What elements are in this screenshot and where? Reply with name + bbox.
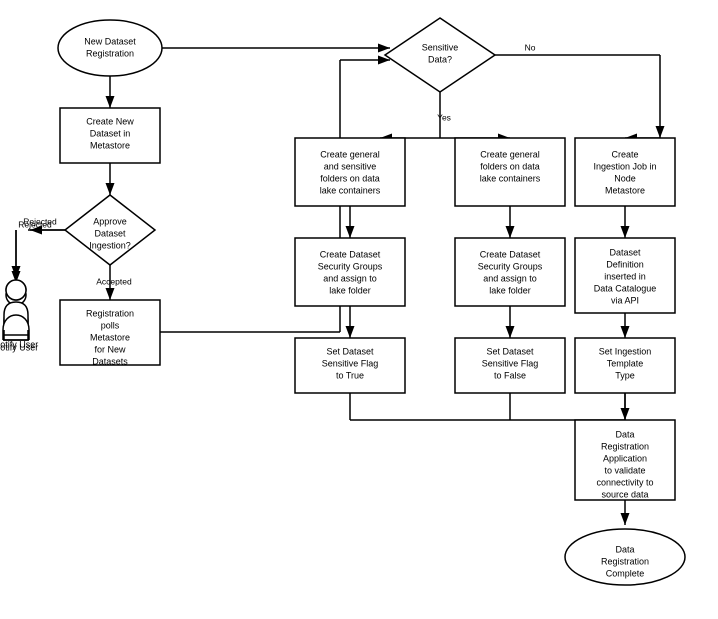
svg-text:Create: Create (611, 149, 638, 159)
svg-text:Approve: Approve (93, 216, 127, 226)
svg-text:Dataset in: Dataset in (90, 128, 131, 138)
svg-text:Dataset: Dataset (609, 247, 641, 257)
svg-text:Template: Template (607, 358, 644, 368)
svg-text:for New: for New (94, 344, 126, 354)
notify-user-label: Notify User (0, 339, 38, 349)
svg-text:Application: Application (603, 453, 647, 463)
svg-text:Security Groups: Security Groups (318, 261, 383, 271)
svg-text:Set Dataset: Set Dataset (486, 346, 534, 356)
svg-text:Create general: Create general (480, 149, 540, 159)
svg-text:Node: Node (614, 173, 636, 183)
svg-text:Registration: Registration (86, 48, 134, 58)
svg-text:Registration: Registration (601, 441, 649, 451)
svg-text:Sensitive: Sensitive (422, 42, 459, 52)
svg-text:Create general: Create general (320, 149, 380, 159)
svg-text:Create Dataset: Create Dataset (320, 249, 381, 259)
svg-text:inserted in: inserted in (604, 271, 646, 281)
create-security-sensitive-node (295, 238, 405, 306)
rejected-label: Rejected (18, 219, 52, 229)
svg-text:Sensitive Flag: Sensitive Flag (322, 358, 379, 368)
svg-text:Dataset: Dataset (94, 228, 126, 238)
svg-text:lake folder: lake folder (489, 285, 531, 295)
svg-text:Datasets: Datasets (92, 356, 128, 366)
svg-text:Security Groups: Security Groups (478, 261, 543, 271)
svg-text:Accepted: Accepted (96, 276, 132, 286)
svg-text:Ingestion Job in: Ingestion Job in (593, 161, 656, 171)
create-general-sensitive-node (295, 138, 405, 206)
svg-text:Yes: Yes (437, 112, 451, 122)
svg-text:Metastore: Metastore (90, 332, 130, 342)
svg-text:source data: source data (601, 489, 648, 499)
svg-text:Definition: Definition (606, 259, 644, 269)
svg-text:polls: polls (101, 320, 120, 330)
svg-text:folders on data: folders on data (480, 161, 540, 171)
svg-text:Metastore: Metastore (90, 140, 130, 150)
svg-text:Data: Data (615, 544, 634, 554)
svg-text:Data?: Data? (428, 54, 452, 64)
svg-text:Set Dataset: Set Dataset (326, 346, 374, 356)
svg-text:to validate: to validate (604, 465, 645, 475)
svg-text:and sensitive: and sensitive (324, 161, 377, 171)
svg-text:Registration: Registration (86, 308, 134, 318)
svg-text:Metastore: Metastore (605, 185, 645, 195)
svg-text:Set Ingestion: Set Ingestion (599, 346, 652, 356)
svg-text:Registration: Registration (601, 556, 649, 566)
svg-text:Create New: Create New (86, 116, 134, 126)
svg-text:Data Catalogue: Data Catalogue (594, 283, 657, 293)
svg-text:Sensitive Flag: Sensitive Flag (482, 358, 539, 368)
svg-text:lake containers: lake containers (480, 173, 541, 183)
svg-text:and assign to: and assign to (483, 273, 537, 283)
svg-text:lake folder: lake folder (329, 285, 371, 295)
create-security-general-node (455, 238, 565, 306)
svg-text:to True: to True (336, 370, 364, 380)
svg-text:to False: to False (494, 370, 526, 380)
svg-text:via API: via API (611, 295, 639, 305)
svg-text:New Dataset: New Dataset (84, 36, 136, 46)
create-ingestion-job-node (575, 138, 675, 206)
svg-text:and assign to: and assign to (323, 273, 377, 283)
svg-text:Ingestion?: Ingestion? (89, 240, 131, 250)
svg-text:Type: Type (615, 370, 635, 380)
svg-text:Data: Data (615, 429, 634, 439)
svg-text:connectivity to: connectivity to (596, 477, 653, 487)
svg-text:Create Dataset: Create Dataset (480, 249, 541, 259)
svg-text:Complete: Complete (606, 568, 645, 578)
svg-text:No: No (525, 42, 536, 52)
svg-text:lake containers: lake containers (320, 185, 381, 195)
create-general-node (455, 138, 565, 206)
svg-text:folders on data: folders on data (320, 173, 380, 183)
